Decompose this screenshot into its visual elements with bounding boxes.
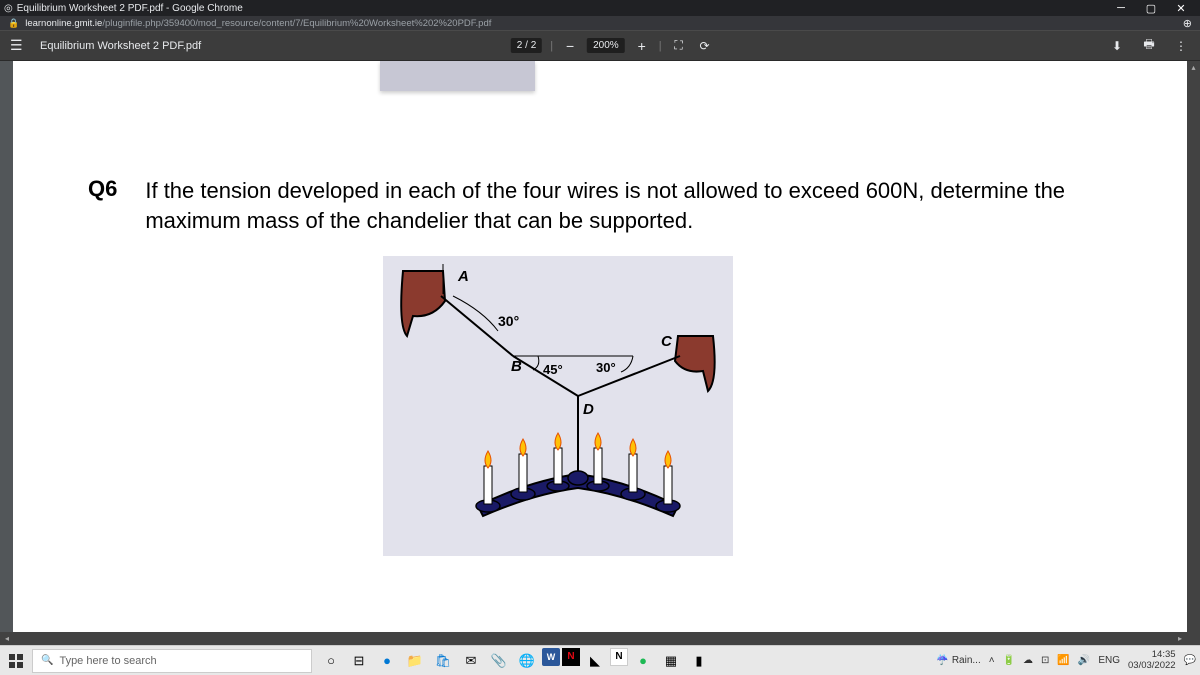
chrome-icon: ◎ bbox=[4, 3, 13, 14]
mail-icon[interactable]: ✉ bbox=[458, 648, 484, 674]
label-d: D bbox=[583, 401, 594, 418]
print-icon[interactable]: 🖶 bbox=[1140, 37, 1158, 55]
zoom-icon[interactable]: ⊕ bbox=[1183, 17, 1192, 30]
app-icon[interactable]: ◣ bbox=[582, 648, 608, 674]
angle-bd: 45° bbox=[543, 362, 563, 377]
language-indicator[interactable]: ENG bbox=[1098, 655, 1120, 666]
zoom-in-button[interactable]: + bbox=[633, 38, 651, 54]
date: 03/03/2022 bbox=[1128, 661, 1176, 671]
question-block: Q6 If the tension developed in each of t… bbox=[88, 176, 1107, 235]
maximize-button[interactable]: ▢ bbox=[1136, 2, 1166, 15]
spotify-icon[interactable]: ● bbox=[630, 648, 656, 674]
lock-icon: 🔒 bbox=[8, 18, 19, 29]
taskview-icon[interactable]: ⊟ bbox=[346, 648, 372, 674]
minimize-button[interactable]: ─ bbox=[1106, 2, 1136, 14]
weather-widget[interactable]: ☔ Rain... bbox=[936, 655, 980, 666]
candle-6 bbox=[656, 451, 680, 512]
app3-icon[interactable]: ▮ bbox=[686, 648, 712, 674]
address-bar[interactable]: 🔒 learnonline.gmit.ie/pluginfile.php/359… bbox=[0, 16, 1200, 31]
weather-icon: ☔ bbox=[936, 655, 948, 666]
cortana-icon[interactable]: ○ bbox=[318, 648, 344, 674]
office-icon[interactable]: 📎 bbox=[486, 648, 512, 674]
vertical-scrollbar[interactable]: ▴ bbox=[1187, 61, 1200, 645]
time: 14:35 bbox=[1128, 650, 1176, 660]
question-text: If the tension developed in each of the … bbox=[145, 176, 1107, 235]
candle-3 bbox=[547, 433, 569, 491]
separator: | bbox=[659, 40, 662, 52]
weather-text: Rain... bbox=[952, 655, 981, 666]
fit-page-icon[interactable]: ⛶ bbox=[670, 37, 688, 55]
download-icon[interactable]: ⬇ bbox=[1108, 37, 1126, 55]
zoom-level[interactable]: 200% bbox=[587, 38, 625, 53]
label-c: C bbox=[661, 333, 673, 350]
security-icon[interactable]: ⊡ bbox=[1041, 655, 1049, 666]
chevron-up-icon[interactable]: ˄ bbox=[989, 655, 995, 666]
scroll-up-icon[interactable]: ▴ bbox=[1187, 61, 1200, 75]
separator: | bbox=[550, 40, 553, 52]
search-icon: 🔍 bbox=[41, 655, 53, 666]
prev-page-fragment bbox=[380, 61, 535, 91]
taskbar-search[interactable]: 🔍 Type here to search bbox=[32, 649, 312, 673]
battery-icon[interactable]: 🔋 bbox=[1003, 655, 1015, 666]
candle-4 bbox=[587, 433, 609, 491]
label-a: A bbox=[457, 268, 469, 285]
notion-icon[interactable]: N bbox=[610, 648, 628, 666]
candle-1 bbox=[476, 451, 500, 512]
rotate-icon[interactable]: ⟳ bbox=[696, 37, 714, 55]
edge-icon[interactable]: ● bbox=[374, 648, 400, 674]
chandelier-diagram: 30° A B C 45° 30° D bbox=[383, 256, 733, 556]
window-title: Equilibrium Worksheet 2 PDF.pdf - Google… bbox=[17, 3, 243, 14]
label-b: B bbox=[511, 358, 522, 375]
angle-cd: 30° bbox=[596, 360, 616, 375]
start-button[interactable] bbox=[4, 649, 28, 673]
onedrive-icon[interactable]: ☁ bbox=[1023, 655, 1033, 666]
volume-icon[interactable]: 🔊 bbox=[1078, 655, 1090, 666]
url-path: /pluginfile.php/359400/mod_resource/cont… bbox=[102, 18, 491, 29]
wifi-icon[interactable]: 📶 bbox=[1057, 655, 1069, 666]
menu-icon[interactable]: ☰ bbox=[10, 37, 30, 54]
angle-ab: 30° bbox=[498, 313, 519, 329]
scroll-left-icon[interactable]: ◂ bbox=[0, 632, 14, 645]
pdf-filename: Equilibrium Worksheet 2 PDF.pdf bbox=[40, 40, 201, 52]
explorer-icon[interactable]: 📁 bbox=[402, 648, 428, 674]
document-viewport[interactable]: Q6 If the tension developed in each of t… bbox=[0, 61, 1200, 645]
url-domain: learnonline.gmit.ie bbox=[25, 18, 102, 29]
notifications-icon[interactable]: 💬 bbox=[1184, 655, 1196, 666]
page-indicator[interactable]: 2 / 2 bbox=[511, 38, 542, 53]
question-number: Q6 bbox=[88, 176, 117, 235]
candle-2 bbox=[511, 439, 535, 500]
search-placeholder: Type here to search bbox=[59, 655, 156, 667]
chrome-icon[interactable]: 🌐 bbox=[514, 648, 540, 674]
app2-icon[interactable]: ▦ bbox=[658, 648, 684, 674]
store-icon[interactable]: 🛍 bbox=[430, 648, 456, 674]
pdf-toolbar: ☰ Equilibrium Worksheet 2 PDF.pdf 2 / 2 … bbox=[0, 31, 1200, 61]
zoom-out-button[interactable]: − bbox=[561, 38, 579, 54]
candle-5 bbox=[621, 439, 645, 500]
word-icon[interactable]: W bbox=[542, 648, 560, 666]
chrome-titlebar: ◎ Equilibrium Worksheet 2 PDF.pdf - Goog… bbox=[0, 0, 1200, 16]
scroll-right-icon[interactable]: ▸ bbox=[1173, 632, 1187, 645]
netflix-icon[interactable]: N bbox=[562, 648, 580, 666]
taskbar-apps: ○ ⊟ ● 📁 🛍 ✉ 📎 🌐 W N ◣ N ● ▦ ▮ bbox=[318, 648, 712, 674]
horizontal-scrollbar[interactable]: ◂ ▸ bbox=[0, 632, 1187, 645]
system-tray: ☔ Rain... ˄ 🔋 ☁ ⊡ 📶 🔊 ENG 14:35 03/03/20… bbox=[936, 650, 1196, 671]
more-icon[interactable]: ⋮ bbox=[1172, 37, 1190, 55]
windows-taskbar: 🔍 Type here to search ○ ⊟ ● 📁 🛍 ✉ 📎 🌐 W … bbox=[0, 645, 1200, 675]
clock[interactable]: 14:35 03/03/2022 bbox=[1128, 650, 1176, 671]
close-button[interactable]: ✕ bbox=[1166, 2, 1196, 15]
pdf-page: Q6 If the tension developed in each of t… bbox=[13, 61, 1187, 632]
